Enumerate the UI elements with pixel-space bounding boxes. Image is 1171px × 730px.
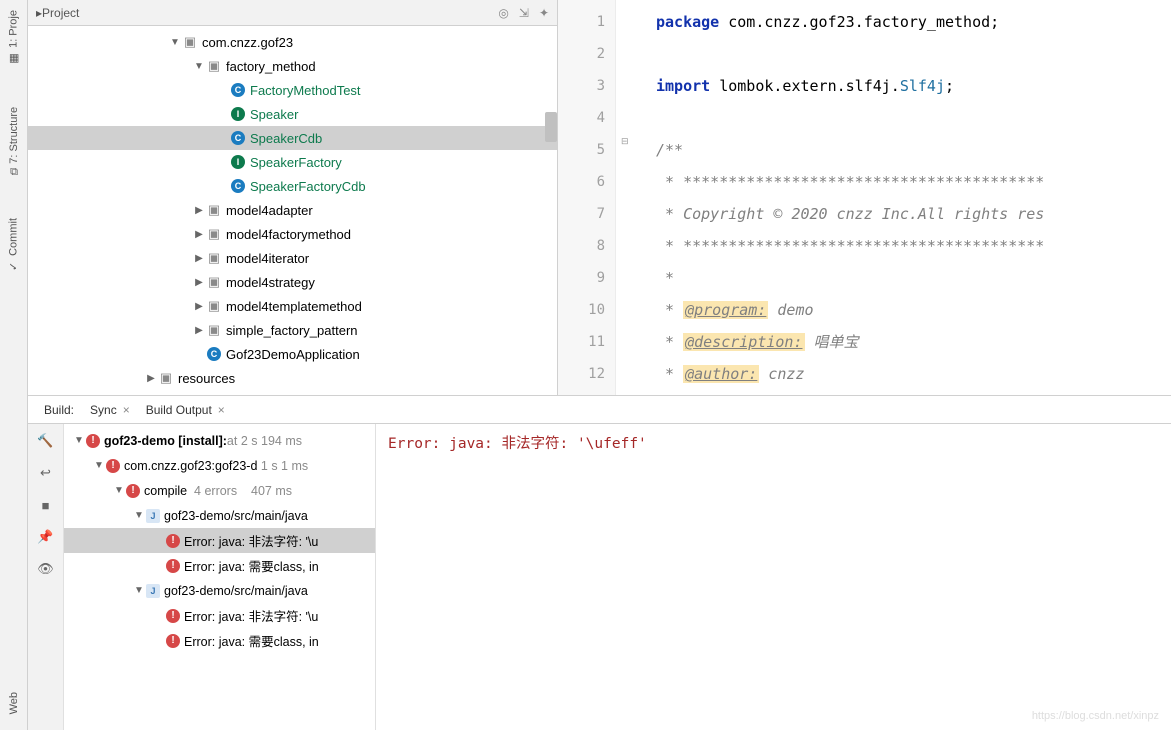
class-icon: C [230, 130, 246, 146]
build-row-error[interactable]: !Error: java: 需要class, in [64, 628, 375, 653]
commit-icon: ✓ [7, 260, 20, 273]
chevron-right-icon: ▶ [192, 253, 206, 264]
chevron-down-icon: ▼ [132, 510, 146, 521]
error-icon: ! [166, 534, 180, 548]
build-row-compile[interactable]: ▼!compile 4 errors 407 ms [64, 478, 375, 503]
interface-icon: I [230, 154, 246, 170]
folder-icon: ▣ [206, 58, 222, 74]
chevron-right-icon: ▶ [144, 373, 158, 384]
eye-icon[interactable]: 👁 [37, 560, 55, 578]
tree-folder[interactable]: ▶▣model4adapter [28, 198, 557, 222]
error-icon: ! [166, 559, 180, 573]
chevron-right-icon: ▶ [192, 301, 206, 312]
package-icon: ▣ [182, 34, 198, 50]
tree-folder[interactable]: ▶▣resources [28, 366, 557, 390]
back-icon[interactable]: ↩ [37, 464, 55, 482]
code-content[interactable]: package com.cnzz.gof23.factory_method; i… [616, 0, 1171, 395]
sidebar-tab-web[interactable]: Web [6, 686, 22, 720]
class-icon: C [230, 82, 246, 98]
build-row-file[interactable]: ▼Jgof23-demo/src/main/java [64, 503, 375, 528]
build-row-error[interactable]: !Error: java: 需要class, in [64, 553, 375, 578]
tree-folder[interactable]: ▶▣model4iterator [28, 246, 557, 270]
folder-icon: ▣ [206, 274, 222, 290]
project-tree[interactable]: ▼▣com.cnzz.gof23 ▼▣factory_method CFacto… [28, 26, 557, 395]
interface-icon: I [230, 106, 246, 122]
error-icon: ! [126, 484, 140, 498]
chevron-down-icon: ▼ [72, 435, 86, 446]
chevron-down-icon: ▼ [168, 37, 182, 48]
sidebar-tab-commit[interactable]: ✓Commit [5, 212, 22, 279]
folder-icon: ▣ [206, 298, 222, 314]
build-row-root[interactable]: ▼!gof23-demo [install]: at 2 s 194 ms [64, 428, 375, 453]
chevron-right-icon: ▶ [192, 205, 206, 216]
build-console[interactable]: Error: java: 非法字符: '\ufeff' [376, 424, 1171, 730]
tree-folder[interactable]: ▶▣model4factorymethod [28, 222, 557, 246]
class-icon: C [230, 178, 246, 194]
hammer-icon[interactable]: 🔨 [37, 432, 55, 450]
tree-class-selected[interactable]: CSpeakerCdb [28, 126, 557, 150]
chevron-down-icon: ▼ [132, 585, 146, 596]
build-row-module[interactable]: ▼!com.cnzz.gof23:gof23-d 1 s 1 ms [64, 453, 375, 478]
build-row-file[interactable]: ▼Jgof23-demo/src/main/java [64, 578, 375, 603]
tab-sync[interactable]: Sync× [82, 396, 138, 423]
sidebar-tab-structure[interactable]: ⧉7: Structure [6, 101, 22, 182]
tab-build[interactable]: Build: [36, 396, 82, 423]
java-file-icon: J [146, 509, 160, 523]
resources-icon: ▣ [158, 370, 174, 386]
chevron-right-icon: ▶ [192, 229, 206, 240]
tree-folder[interactable]: ▶▣model4strategy [28, 270, 557, 294]
settings-icon[interactable]: ✦ [539, 6, 549, 20]
chevron-down-icon: ▼ [92, 460, 106, 471]
tree-class[interactable]: CFactoryMethodTest [28, 78, 557, 102]
tree-package[interactable]: ▼▣com.cnzz.gof23 [28, 30, 557, 54]
build-row-error[interactable]: !Error: java: 非法字符: '\u [64, 528, 375, 553]
tab-build-output[interactable]: Build Output× [138, 396, 233, 423]
tree-interface[interactable]: ISpeaker [28, 102, 557, 126]
sidebar-tab-project[interactable]: ▦1: Proje [5, 4, 22, 71]
tree-folder[interactable]: ▶▣model4templatemethod [28, 294, 557, 318]
folder-icon: ▣ [206, 322, 222, 338]
build-row-error[interactable]: !Error: java: 非法字符: '\u [64, 603, 375, 628]
line-number-gutter: 123456789101112 [558, 0, 616, 395]
spring-boot-icon: C [206, 346, 222, 362]
target-icon[interactable]: ◎ [498, 6, 508, 20]
expand-icon[interactable]: ⇲ [519, 6, 529, 20]
tree-folder[interactable]: ▶▣simple_factory_pattern [28, 318, 557, 342]
scrollbar[interactable] [545, 112, 557, 142]
code-editor[interactable]: 123456789101112 ⊟ package com.cnzz.gof23… [558, 0, 1171, 395]
tree-class[interactable]: CGof23DemoApplication [28, 342, 557, 366]
folder-icon: ▣ [206, 226, 222, 242]
project-panel-header: ▸ Project ◎ ⇲ ✦ [28, 0, 557, 26]
error-icon: ! [166, 609, 180, 623]
tree-class[interactable]: CSpeakerFactoryCdb [28, 174, 557, 198]
stop-icon[interactable]: ■ [37, 496, 55, 514]
folder-icon: ▣ [206, 250, 222, 266]
chevron-down-icon: ▼ [192, 61, 206, 72]
pin-icon[interactable]: 📌 [37, 528, 55, 546]
chevron-down-icon: ▼ [112, 485, 126, 496]
error-icon: ! [86, 434, 100, 448]
chevron-right-icon: ▶ [192, 325, 206, 336]
tree-folder[interactable]: ▼▣factory_method [28, 54, 557, 78]
structure-icon: ⧉ [10, 166, 18, 178]
project-icon: ▦ [7, 52, 20, 65]
folder-icon: ▣ [206, 202, 222, 218]
chevron-right-icon: ▶ [192, 277, 206, 288]
java-file-icon: J [146, 584, 160, 598]
watermark: https://blog.csdn.net/xinpz [1032, 710, 1159, 722]
error-icon: ! [106, 459, 120, 473]
error-icon: ! [166, 634, 180, 648]
build-panel-tabs: Build: Sync× Build Output× [28, 396, 1171, 424]
close-icon[interactable]: × [123, 403, 130, 417]
close-icon[interactable]: × [218, 403, 225, 417]
fold-icon[interactable]: ⊟ [621, 136, 629, 147]
build-tree[interactable]: ▼!gof23-demo [install]: at 2 s 194 ms ▼!… [64, 424, 376, 730]
tree-interface[interactable]: ISpeakerFactory [28, 150, 557, 174]
